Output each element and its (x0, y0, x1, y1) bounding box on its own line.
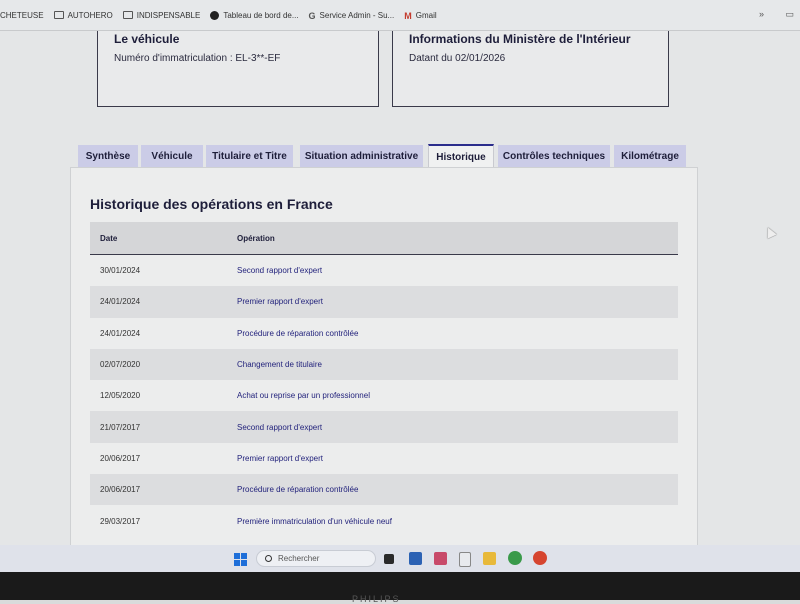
table-row: 20/06/2017 Procédure de réparation contr… (90, 474, 678, 506)
row-operation: Première immatriculation d'un véhicule n… (237, 516, 392, 526)
search-placeholder: Rechercher (278, 554, 320, 563)
all-bookmarks-icon[interactable]: ▭ (785, 9, 794, 20)
taskbar: Rechercher (0, 545, 800, 572)
folder-icon (53, 11, 64, 19)
task-view-icon[interactable] (384, 554, 394, 564)
row-date: 24/01/2024 (100, 297, 141, 307)
table-row: 29/03/2017 Première immatriculation d'un… (90, 505, 678, 536)
tab-vehicule[interactable]: Véhicule (141, 145, 203, 168)
ministry-date: Datant du 02/01/2026 (409, 53, 506, 64)
row-operation: Second rapport d'expert (237, 266, 323, 276)
row-date: 20/06/2017 (100, 485, 141, 495)
row-date: 24/01/2024 (100, 328, 141, 338)
column-header-date: Date (100, 233, 118, 243)
tab-controles-techniques[interactable]: Contrôles techniques (498, 145, 610, 168)
row-date: 20/06/2017 (100, 453, 141, 463)
windows-start-icon[interactable] (234, 553, 247, 566)
row-operation: Second rapport d'expert (237, 422, 323, 432)
bookmark-label: AUTOHERO (67, 10, 113, 20)
tab-titulaire-et-titre[interactable]: Titulaire et Titre (206, 145, 293, 168)
row-operation: Achat ou reprise par un professionnel (237, 391, 370, 401)
phone-link-icon[interactable] (459, 552, 471, 567)
store-icon[interactable] (409, 552, 422, 565)
row-operation: Procédure de réparation contrôlée (237, 485, 359, 495)
row-operation: Changement de titulaire (237, 360, 322, 370)
folder-icon (122, 11, 133, 19)
ministry-card-title: Informations du Ministère de l'Intérieur (409, 32, 631, 46)
bookmarks-bar: CHETEUSE AUTOHERO INDISPENSABLE Tableau … (0, 0, 800, 31)
bookmark-label: Service Admin - Su... (319, 10, 395, 20)
search-icon (265, 555, 272, 562)
monitor-logo: PHILIPS (352, 594, 401, 604)
history-table: Date Opération 30/01/2024 Second rapport… (90, 222, 678, 537)
bookmark-autohero[interactable]: AUTOHERO (53, 10, 113, 20)
history-panel: Historique des opérations en France Date… (70, 167, 698, 547)
gmail-icon: M (404, 11, 412, 21)
table-row: 12/05/2020 Achat ou reprise par un profe… (90, 380, 678, 411)
table-header: Date Opération (90, 222, 678, 255)
row-date: 30/01/2024 (100, 266, 141, 276)
table-row: 30/01/2024 Second rapport d'expert (90, 255, 678, 286)
bookmark-label: INDISPENSABLE (136, 10, 201, 20)
tab-synthese[interactable]: Synthèse (78, 145, 138, 168)
bookmark-label: Gmail (415, 10, 437, 20)
bookmark-indispensable[interactable]: INDISPENSABLE (122, 10, 201, 20)
tab-kilometrage[interactable]: Kilométrage (614, 145, 686, 168)
bookmark-tableau-de-bord[interactable]: Tableau de bord de... (210, 10, 299, 20)
bookmark-label: Tableau de bord de... (223, 10, 299, 20)
ministry-card: Informations du Ministère de l'Intérieur… (392, 31, 669, 107)
registration-number: Numéro d'immatriculation : EL-3**-EF (114, 53, 281, 64)
table-row: 20/06/2017 Premier rapport d'expert (90, 443, 678, 474)
chrome-profile-icon[interactable] (533, 551, 547, 565)
tab-historique[interactable]: Historique (428, 144, 494, 169)
page-content: Le véhicule Numéro d'immatriculation : E… (0, 31, 800, 547)
history-title: Historique des opérations en France (90, 196, 333, 212)
bookmark-label: CHETEUSE (0, 10, 44, 20)
bookmark-service-admin[interactable]: G Service Admin - Su... (308, 10, 395, 22)
table-row: 21/07/2017 Second rapport d'expert (90, 411, 678, 443)
row-operation: Premier rapport d'expert (237, 297, 324, 307)
vehicle-card: Le véhicule Numéro d'immatriculation : E… (97, 31, 379, 107)
file-explorer-icon[interactable] (483, 552, 496, 565)
bookmark-cheteuse[interactable]: CHETEUSE (0, 11, 44, 20)
table-row: 24/01/2024 Procédure de réparation contr… (90, 318, 678, 349)
vehicle-card-title: Le véhicule (114, 32, 180, 46)
taskbar-search[interactable]: Rechercher (256, 550, 376, 567)
row-date: 21/07/2017 (100, 422, 141, 432)
bookmarks-overflow-icon[interactable]: » (759, 9, 764, 19)
column-header-operation: Opération (237, 233, 275, 243)
google-icon: G (308, 11, 316, 21)
app-icon[interactable] (434, 552, 447, 565)
row-date: 02/07/2020 (100, 360, 141, 370)
table-row: 24/01/2024 Premier rapport d'expert (90, 286, 678, 318)
tab-situation-administrative[interactable]: Situation administrative (300, 145, 423, 168)
row-operation: Procédure de réparation contrôlée (237, 328, 359, 338)
row-operation: Premier rapport d'expert (237, 453, 324, 463)
site-icon (210, 10, 220, 20)
row-date: 29/03/2017 (100, 516, 141, 526)
table-row: 02/07/2020 Changement de titulaire (90, 348, 678, 381)
chrome-icon[interactable] (508, 551, 522, 565)
row-date: 12/05/2020 (100, 391, 141, 401)
bookmark-gmail[interactable]: M Gmail (404, 10, 437, 22)
